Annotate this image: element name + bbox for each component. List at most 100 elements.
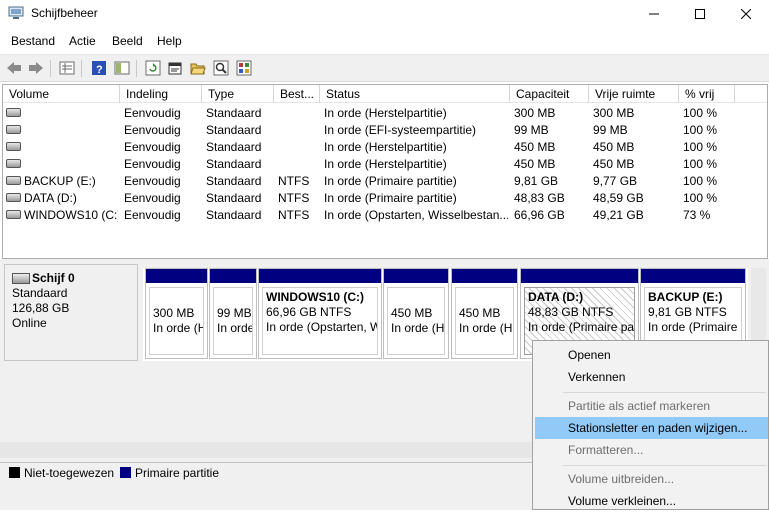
status-cell: In orde (Primaire partitie) <box>324 174 457 188</box>
close-icon <box>741 9 751 19</box>
menu-item-mark-active[interactable]: Partitie als actief markeren <box>535 395 768 417</box>
column-header-pct-vrij[interactable]: % vrij <box>679 85 735 103</box>
free-space-cell: 9,77 GB <box>593 174 638 188</box>
menu-help[interactable]: Help <box>157 34 182 48</box>
partition-recovery-450mb-2[interactable]: 450 MB In orde (H <box>451 268 518 359</box>
properties-list-button[interactable] <box>58 59 76 77</box>
table-row[interactable]: Eenvoudig Standaard In orde (Herstelpart… <box>3 139 767 156</box>
drive-icon <box>6 210 21 220</box>
legend-label-primary: Primaire partitie <box>135 466 220 480</box>
column-header-volume[interactable]: Volume <box>3 85 120 103</box>
export-icon <box>236 60 252 76</box>
maximize-button[interactable] <box>677 0 723 28</box>
filesystem-cell: NTFS <box>278 191 310 205</box>
horizontal-scrollbar[interactable] <box>0 442 533 458</box>
column-header-vrije-ruimte[interactable]: Vrije ruimte <box>589 85 679 103</box>
show-hide-button[interactable] <box>113 59 131 77</box>
pct-free-cell: 100 % <box>683 174 718 188</box>
volume-list: Volume Indeling Type Best... Status Capa… <box>2 84 768 259</box>
table-row[interactable]: Eenvoudig Standaard In orde (Herstelpart… <box>3 156 767 173</box>
type-cell: Standaard <box>206 208 262 222</box>
partition-recovery-450mb-1[interactable]: 450 MB In orde (H <box>383 268 449 359</box>
open-folder-button[interactable] <box>189 59 207 77</box>
table-row[interactable]: WINDOWS10 (C:) Eenvoudig Standaard NTFS … <box>3 207 767 224</box>
volume-cell: BACKUP (E:) <box>6 173 118 190</box>
back-button[interactable] <box>5 59 23 77</box>
partition-body: 300 MB In orde (H <box>149 287 204 355</box>
menu-item-change-drive-letter[interactable]: Stationsletter en paden wijzigen... <box>535 417 768 439</box>
indeling-cell: Eenvoudig <box>124 191 181 205</box>
refresh-button[interactable] <box>144 59 162 77</box>
pct-free-cell: 100 % <box>683 140 718 154</box>
partition-body: 450 MB In orde (H <box>455 287 514 355</box>
partition-body: WINDOWS10 (C:) 66,96 GB NTFS In orde (Op… <box>262 287 378 355</box>
table-row[interactable]: Eenvoudig Standaard In orde (EFI-systeem… <box>3 122 767 139</box>
volume-cell <box>6 105 118 122</box>
status-area <box>0 483 533 510</box>
menu-item-openen[interactable]: Openen <box>535 344 768 366</box>
properties-list-icon <box>59 61 75 75</box>
type-cell: Standaard <box>206 106 262 120</box>
type-cell: Standaard <box>206 157 262 171</box>
forward-button[interactable] <box>27 59 45 77</box>
free-space-cell: 48,59 GB <box>593 191 644 205</box>
partition-body: 450 MB In orde (H <box>387 287 445 355</box>
partition-efi-99mb[interactable]: 99 MB In orde <box>209 268 257 359</box>
menu-bestand[interactable]: Bestand <box>11 34 55 48</box>
volume-cell: WINDOWS10 (C:) <box>6 207 118 224</box>
menu-item-format[interactable]: Formatteren... <box>535 439 768 461</box>
volume-cell <box>6 139 118 156</box>
column-header-capaciteit[interactable]: Capaciteit <box>510 85 589 103</box>
disk-info[interactable]: Schijf 0 Standaard 126,88 GB Online <box>4 264 138 361</box>
indeling-cell: Eenvoudig <box>124 140 181 154</box>
close-button[interactable] <box>723 0 769 28</box>
export-button[interactable] <box>235 59 253 77</box>
free-space-cell: 300 MB <box>593 106 635 120</box>
pct-free-cell: 100 % <box>683 157 718 171</box>
table-row[interactable]: Eenvoudig Standaard In orde (Herstelpart… <box>3 105 767 122</box>
partition-color-bar <box>146 269 207 283</box>
indeling-cell: Eenvoudig <box>124 157 181 171</box>
partition-color-bar <box>641 269 745 283</box>
search-button[interactable] <box>212 59 230 77</box>
type-cell: Standaard <box>206 140 262 154</box>
partition-color-bar <box>210 269 256 283</box>
type-cell: Standaard <box>206 191 262 205</box>
column-header-type[interactable]: Type <box>202 85 274 103</box>
disk-name: Schijf 0 <box>32 271 75 285</box>
column-header-bestandssysteem[interactable]: Best... <box>274 85 320 103</box>
table-row[interactable]: BACKUP (E:) Eenvoudig Standaard NTFS In … <box>3 173 767 190</box>
toolbar-separator <box>136 60 137 77</box>
show-hide-icon <box>114 61 130 75</box>
properties-button[interactable] <box>166 59 184 77</box>
disk-type: Standaard <box>12 286 68 300</box>
partition-color-bar <box>384 269 448 283</box>
column-header-status[interactable]: Status <box>320 85 510 103</box>
column-header-indeling[interactable]: Indeling <box>120 85 202 103</box>
partition-windows10-c[interactable]: WINDOWS10 (C:) 66,96 GB NTFS In orde (Op… <box>258 268 382 359</box>
pct-free-cell: 100 % <box>683 106 718 120</box>
table-row[interactable]: DATA (D:) Eenvoudig Standaard NTFS In or… <box>3 190 767 207</box>
back-icon <box>7 62 21 74</box>
menu-actie[interactable]: Actie <box>69 34 96 48</box>
partition-color-bar <box>521 269 638 283</box>
refresh-icon <box>145 60 161 76</box>
partition-recovery-300mb[interactable]: 300 MB In orde (H <box>145 268 208 359</box>
context-menu: Openen Verkennen Partitie als actief mar… <box>532 340 769 510</box>
filesystem-cell: NTFS <box>278 174 310 188</box>
minimize-button[interactable] <box>631 0 677 28</box>
filesystem-cell: NTFS <box>278 208 310 222</box>
toolbar-separator <box>81 60 82 77</box>
menu-item-verkennen[interactable]: Verkennen <box>535 366 768 388</box>
help-button[interactable]: ? <box>90 59 108 77</box>
menu-item-shrink-volume[interactable]: Volume verkleinen... <box>535 490 768 512</box>
menu-item-extend-volume[interactable]: Volume uitbreiden... <box>535 468 768 490</box>
menu-beeld[interactable]: Beeld <box>112 34 143 48</box>
menu-bar: Bestand Actie Beeld Help <box>0 30 769 52</box>
capacity-cell: 450 MB <box>514 140 556 154</box>
disk-size: 126,88 GB <box>12 301 70 315</box>
forward-icon <box>29 62 43 74</box>
drive-icon <box>6 159 21 169</box>
volume-cell <box>6 122 118 139</box>
capacity-cell: 66,96 GB <box>514 208 565 222</box>
